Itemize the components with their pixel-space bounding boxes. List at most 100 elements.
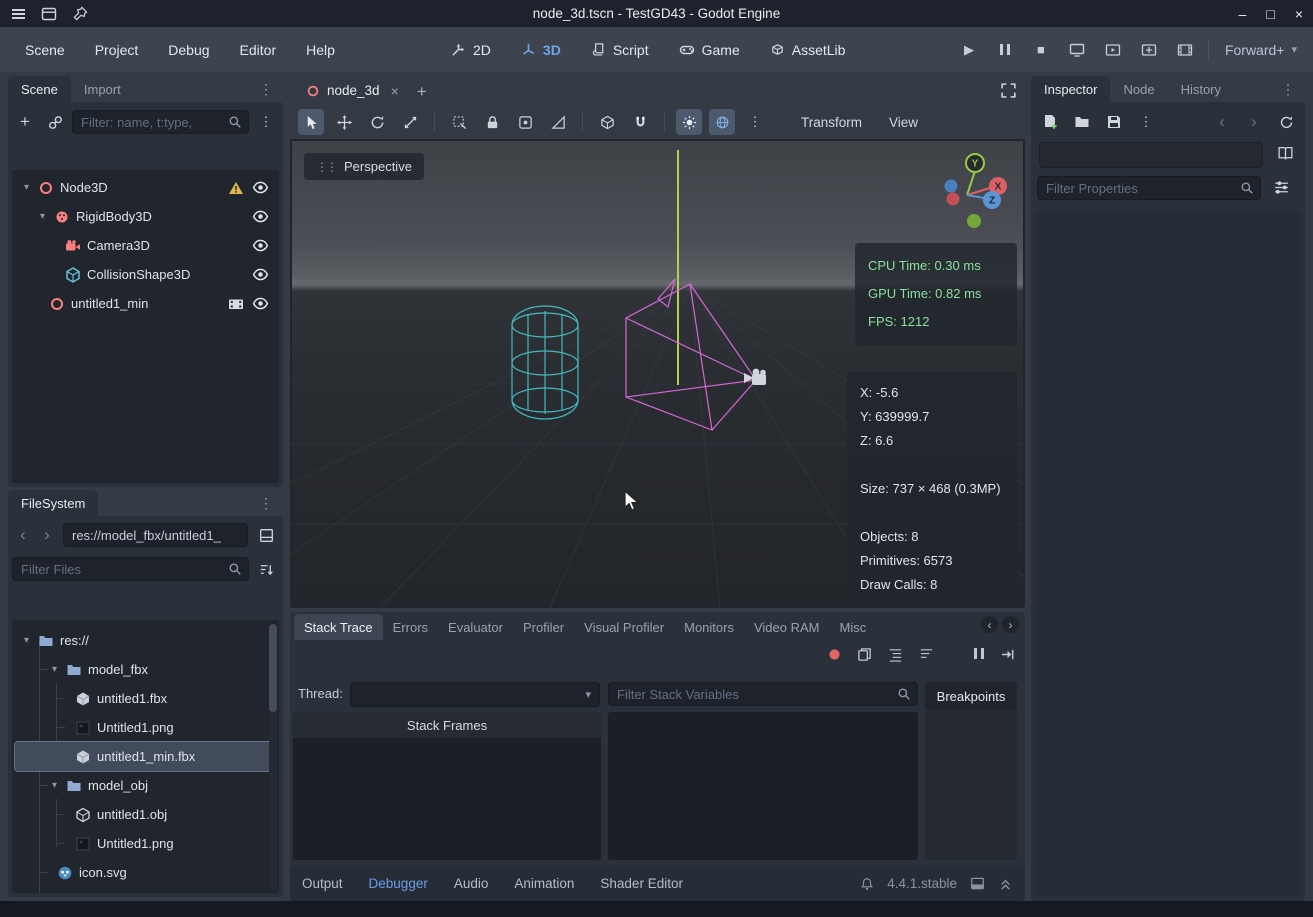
inspector-filter-input[interactable] — [1037, 176, 1261, 200]
tab-scene[interactable]: Scene — [8, 76, 71, 102]
collapse-arrow-icon[interactable]: ▾ — [21, 635, 32, 646]
stack-variables-filter-input[interactable] — [608, 682, 918, 706]
sort-files-icon[interactable] — [253, 556, 279, 582]
fs-row-model-fbx[interactable]: ▾ model_fbx — [15, 655, 273, 684]
move-tool-button[interactable] — [331, 109, 357, 135]
fs-row-untitled1-fbx[interactable]: untitled1.fbx — [15, 684, 273, 713]
dock-layout-icon[interactable] — [41, 6, 57, 22]
scene-tree-row-untitled1-min[interactable]: untitled1_min — [15, 289, 273, 318]
play-button[interactable]: ▶ — [956, 37, 982, 63]
history-back-button[interactable]: ‹ — [1209, 109, 1235, 135]
dbg-tab-monitors[interactable]: Monitors — [674, 614, 744, 640]
bottom-tab-audio[interactable]: Audio — [454, 876, 489, 891]
rotate-tool-button[interactable] — [364, 109, 390, 135]
scale-tool-button[interactable] — [397, 109, 423, 135]
menu-project[interactable]: Project — [80, 35, 154, 65]
resource-menu-icon[interactable]: ⋮ — [1133, 109, 1159, 135]
sun-environment-menu-icon[interactable]: ⋮ — [742, 109, 768, 135]
fs-row-res[interactable]: ▾ res:// — [15, 626, 273, 655]
instanced-scene-icon[interactable] — [228, 296, 244, 312]
dbg-tab-visual-profiler[interactable]: Visual Profiler — [574, 614, 674, 640]
visibility-toggle-icon[interactable] — [252, 208, 269, 225]
transform-snap-button[interactable] — [594, 109, 620, 135]
scene-filter-input[interactable] — [72, 110, 249, 134]
tab-scroll-right-icon[interactable]: › — [1002, 616, 1019, 633]
main-menu-icon[interactable] — [12, 13, 25, 15]
nav-back-button[interactable]: ‹ — [12, 522, 34, 548]
fs-row-model-obj[interactable]: ▾ model_obj — [15, 771, 273, 800]
bottom-tab-output[interactable]: Output — [302, 876, 343, 891]
visibility-toggle-icon[interactable] — [252, 266, 269, 283]
collapse-arrow-icon[interactable]: ▾ — [49, 780, 60, 791]
stack-frames-panel[interactable]: Stack Frames — [293, 712, 601, 860]
dbg-tab-stack-trace[interactable]: Stack Trace — [294, 614, 383, 640]
workspace-game[interactable]: Game — [666, 35, 753, 65]
perspective-menu[interactable]: ⋮⋮ Perspective — [304, 153, 424, 180]
dbg-tab-misc[interactable]: Misc — [829, 614, 876, 640]
menu-debug[interactable]: Debug — [153, 35, 224, 65]
warning-icon[interactable] — [228, 180, 244, 196]
tab-inspector[interactable]: Inspector — [1031, 76, 1110, 102]
scene-tree-row-rigidbody3d[interactable]: ▾ RigidBody3D — [15, 202, 273, 231]
pause-button[interactable] — [992, 37, 1018, 63]
dbg-tab-evaluator[interactable]: Evaluator — [438, 614, 513, 640]
select-tool-button[interactable] — [298, 109, 324, 135]
workspace-3d[interactable]: 3D — [508, 35, 574, 65]
scene-tree-menu-icon[interactable]: ⋮ — [253, 109, 279, 135]
bottom-tab-shader-editor[interactable]: Shader Editor — [600, 876, 683, 891]
path-input[interactable] — [63, 523, 248, 547]
remote-debug-button[interactable] — [1064, 37, 1090, 63]
camera-gizmo-icon[interactable] — [742, 367, 770, 389]
fs-row-untitled1-png-2[interactable]: Untitled1.png — [15, 829, 273, 858]
stop-button[interactable]: ■ — [1028, 37, 1054, 63]
breakpoints-header[interactable]: Breakpoints — [925, 682, 1017, 710]
view-menu[interactable]: View — [879, 111, 928, 134]
collapse-arrow-icon[interactable]: ▾ — [49, 664, 60, 675]
fs-row-untitled1-obj[interactable]: untitled1.obj — [15, 800, 273, 829]
debug-pause-icon[interactable] — [974, 647, 984, 662]
play-scene-button[interactable] — [1100, 37, 1126, 63]
breakpoints-panel[interactable] — [925, 710, 1017, 860]
inspector-dock-menu-icon[interactable]: ⋮ — [1271, 81, 1305, 98]
toggle-split-mode-icon[interactable] — [253, 522, 279, 548]
play-custom-scene-button[interactable] — [1136, 37, 1162, 63]
lock-node-button[interactable] — [479, 109, 505, 135]
snap-magnet-button[interactable] — [627, 109, 653, 135]
axis-gizmo[interactable]: Y X Z — [895, 144, 1020, 239]
nav-forward-button[interactable]: › — [36, 522, 58, 548]
notification-icon[interactable] — [860, 877, 874, 891]
collapse-arrow-icon[interactable]: ▾ — [37, 211, 48, 222]
tab-history[interactable]: History — [1168, 76, 1234, 102]
pin-bottom-panel-icon[interactable] — [970, 876, 985, 891]
workspace-script[interactable]: Script — [578, 35, 662, 65]
scene-dock-menu-icon[interactable]: ⋮ — [249, 81, 283, 98]
close-button[interactable]: × — [1295, 6, 1303, 22]
fs-row-untitled1-min-fbx[interactable]: untitled1_min.fbx — [15, 742, 273, 771]
visibility-toggle-icon[interactable] — [252, 295, 269, 312]
open-docs-icon[interactable] — [1277, 145, 1294, 162]
drag-handle-icon[interactable]: ⋮⋮ — [316, 160, 336, 174]
new-scene-tab-button[interactable]: + — [409, 79, 435, 105]
filesystem-filter-input[interactable] — [12, 557, 249, 581]
collapse-arrow-icon[interactable]: ▾ — [21, 182, 32, 193]
menu-editor[interactable]: Editor — [225, 35, 292, 65]
minimize-button[interactable]: – — [1239, 6, 1247, 22]
fs-row-node-3d-tscn[interactable]: node_3d.tscn — [15, 887, 273, 893]
filesystem-dock-menu-icon[interactable]: ⋮ — [249, 495, 283, 512]
tab-filesystem[interactable]: FileSystem — [8, 490, 98, 516]
resource-name-field[interactable] — [1039, 142, 1263, 168]
dbg-tab-errors[interactable]: Errors — [383, 614, 438, 640]
debug-step-icon[interactable] — [1000, 647, 1015, 662]
menu-scene[interactable]: Scene — [10, 35, 80, 65]
copy-error-icon[interactable] — [857, 647, 872, 662]
expand-bottom-panel-icon[interactable] — [998, 876, 1013, 891]
bottom-tab-debugger[interactable]: Debugger — [369, 876, 428, 891]
save-resource-button[interactable] — [1101, 109, 1127, 135]
visibility-toggle-icon[interactable] — [252, 237, 269, 254]
select-box-tool-button[interactable] — [446, 109, 472, 135]
scene-tree-row-camera3d[interactable]: Camera3D — [15, 231, 273, 260]
scene-tree-row-node3d[interactable]: ▾ Node3D — [15, 173, 273, 202]
history-forward-button[interactable]: › — [1241, 109, 1267, 135]
transform-menu[interactable]: Transform — [791, 111, 872, 134]
workspace-assetlib[interactable]: AssetLib — [757, 35, 859, 65]
